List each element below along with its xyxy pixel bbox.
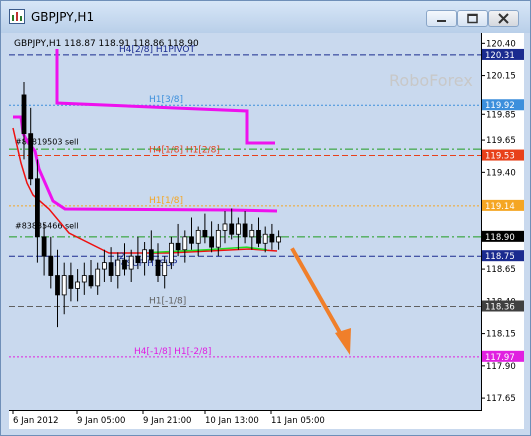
chart-canvas: H4[2/8] H1PIVOTH1[3/8]H4[1/8] H1[2/8]H1[… — [9, 39, 482, 358]
window-bottom-border — [1, 429, 530, 435]
chart-frame-right — [481, 33, 482, 411]
level-label-6: H4[-1/8] H1[-2/8] — [134, 347, 211, 357]
candle-body-10 — [88, 275, 94, 287]
y-tick-label-0: 120.40 — [486, 39, 516, 49]
time-axis-labels: 6 Jan 2012 9 Jan 05:00 9 Jan 21:00 10 Jan 1… — [12, 411, 325, 426]
y-tick-label-2: 119.85 — [486, 110, 516, 120]
candle-body-5 — [55, 275, 60, 296]
y-tick-label-9: 118.15 — [486, 330, 516, 340]
y-tick-label-11: 117.65 — [486, 394, 516, 404]
candle-body-23 — [175, 242, 181, 251]
x-tick-label-1: 9 Jan 05:00 — [77, 416, 125, 426]
candle-body-17 — [135, 255, 141, 264]
candle-body-18 — [142, 249, 148, 264]
candle-body-37 — [269, 233, 275, 243]
candle-body-12 — [102, 262, 107, 270]
y-tick-label-1: 120.15 — [486, 72, 516, 82]
candle-body-25 — [189, 236, 194, 244]
watermark: RoboForex — [389, 71, 473, 90]
candle-body-0 — [21, 94, 27, 135]
forecast-arrow-shaft — [290, 247, 343, 336]
y-tick-label-3: 119.65 — [486, 136, 516, 146]
minimize-button[interactable] — [426, 10, 457, 27]
price-axis-labels: 120.40120.15119.85119.65119.40119.15118.… — [482, 39, 524, 404]
candle-body-29 — [215, 229, 221, 248]
price-tag-label-5: 118.36 — [485, 303, 515, 313]
candle-body-32 — [235, 223, 241, 235]
candle-body-19 — [148, 249, 154, 261]
chart-icon — [9, 9, 25, 24]
candle-body-11 — [95, 268, 101, 287]
price-tag-label-0: 120.31 — [485, 51, 515, 61]
candle-body-22 — [168, 242, 174, 264]
price-tag-label-3: 119.14 — [485, 202, 515, 212]
trend-magenta-lower — [13, 115, 278, 213]
candle-body-34 — [249, 229, 255, 238]
price-tag-label-7: 118.90 — [485, 233, 515, 243]
candle-body-14 — [115, 259, 121, 276]
candle-body-28 — [209, 236, 215, 248]
candle-body-30 — [222, 223, 228, 231]
chart-header: GBPJPY,H1 118.87 118.91 118.86 118.90 — [14, 39, 199, 49]
close-button[interactable] — [488, 10, 519, 27]
candle-body-21 — [162, 262, 168, 276]
candle-body-36 — [262, 233, 268, 244]
minimize-icon — [437, 20, 446, 22]
candle-body-20 — [155, 259, 161, 276]
chart-frame-bottom — [9, 410, 482, 411]
title-bar[interactable]: GBPJPY,H1 — [1, 1, 530, 33]
candle-body-27 — [202, 229, 208, 238]
candle-body-9 — [81, 275, 87, 283]
chart-window: GBPJPY,H1 H4[2/8] H1PIVOT H1[3/8] H4[1/8] … — [0, 0, 531, 436]
order-label-1: #83835466 sell — [15, 221, 79, 230]
candle-body-24 — [182, 236, 188, 251]
price-tag-label-4: 118.75 — [485, 252, 515, 262]
candle-body-2 — [34, 178, 40, 238]
candle-body-31 — [229, 223, 235, 235]
y-tick-label-10: 117.90 — [486, 362, 516, 372]
x-tick-label-3: 10 Jan 13:00 — [205, 416, 259, 426]
candle-body-33 — [242, 223, 248, 238]
maximize-icon — [467, 13, 478, 24]
candle-body-7 — [68, 275, 74, 289]
window-title: GBPJPY,H1 — [31, 10, 95, 24]
y-tick-label-7: 118.65 — [486, 265, 516, 275]
level-label-3: H1[1/8] — [149, 196, 183, 206]
forecast-arrow — [290, 247, 351, 355]
candle-body-26 — [195, 229, 201, 244]
sell-marker: 2 — [119, 252, 125, 262]
candle-body-13 — [108, 262, 114, 276]
candle-body-4 — [48, 255, 54, 276]
level-label-1: H1[3/8] — [149, 95, 183, 105]
close-icon — [498, 13, 509, 24]
candle-body-16 — [128, 255, 134, 270]
price-tag-label-2: 119.53 — [485, 152, 515, 162]
candle-body-35 — [256, 229, 261, 244]
candle-body-38 — [276, 236, 282, 243]
price-tag-label-6: 117.97 — [485, 353, 515, 363]
x-tick-label-2: 9 Jan 21:00 — [143, 416, 191, 426]
level-label-2: H4[1/8] H1[2/8] — [149, 146, 220, 156]
candle-body-6 — [61, 275, 67, 296]
maximize-button[interactable] — [457, 10, 488, 27]
candle-body-3 — [41, 236, 47, 257]
y-tick-label-4: 119.40 — [486, 168, 516, 178]
chart-area[interactable]: H4[2/8] H1PIVOT H1[3/8] H4[1/8] H1[2/8] H1[… — [9, 33, 482, 411]
x-tick-label-0: 6 Jan 2012 — [13, 416, 59, 426]
candle-body-1 — [28, 133, 34, 180]
candle-body-8 — [75, 281, 80, 289]
level-label-5: H1[-1/8] — [149, 297, 186, 307]
x-tick-label-4: 11 Jan 05:00 — [271, 416, 325, 426]
price-tag-label-1: 119.92 — [485, 101, 515, 111]
